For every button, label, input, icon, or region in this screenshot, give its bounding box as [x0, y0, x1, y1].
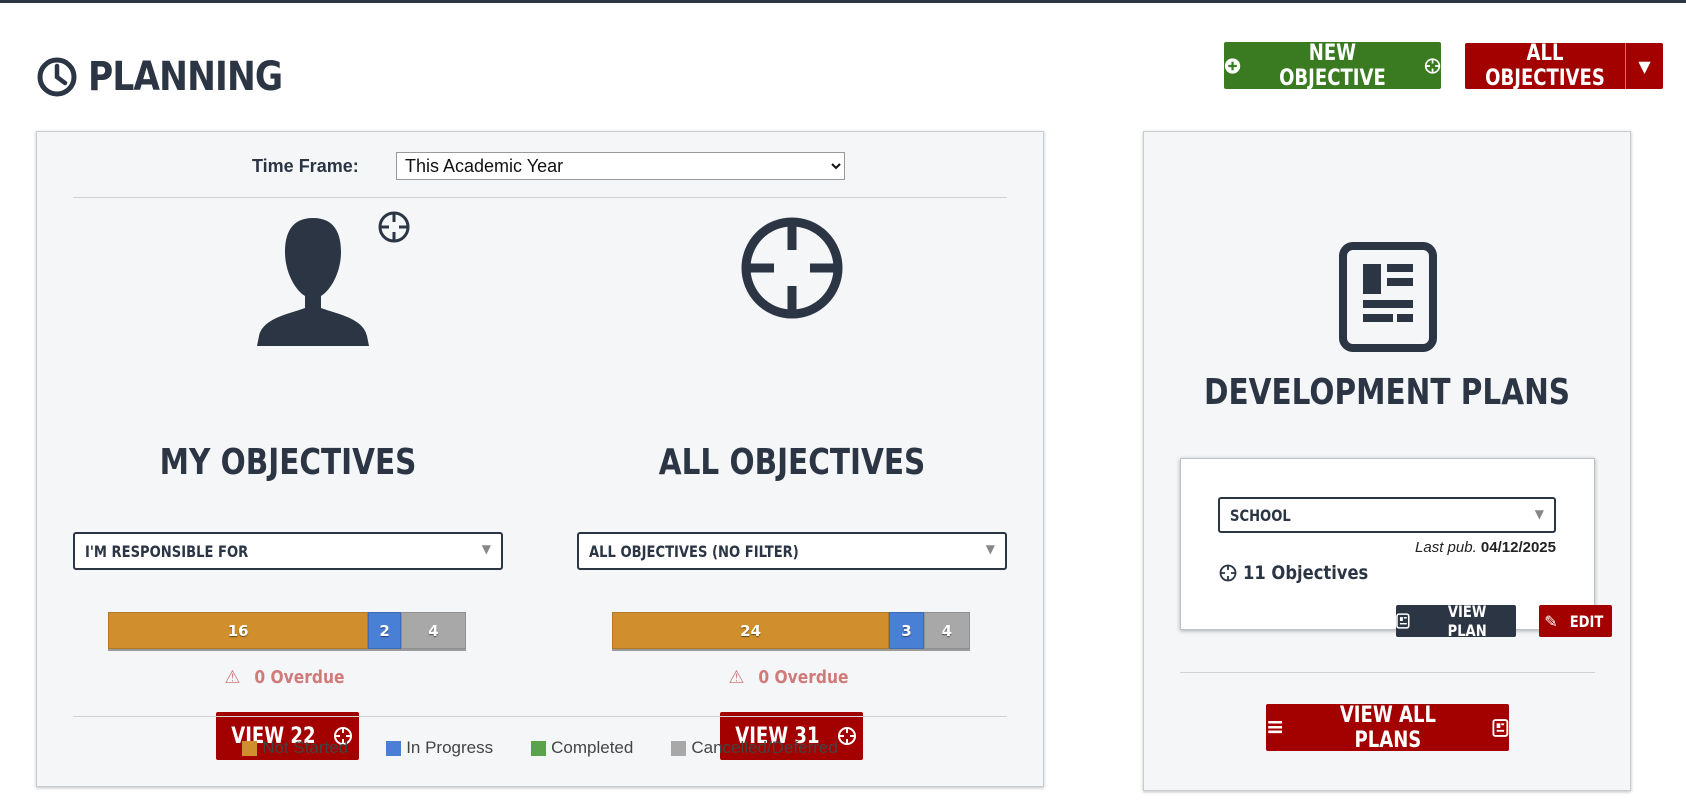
- legend-item-not-started: Not Started: [242, 738, 348, 758]
- all-overdue-text: 0 Overdue: [758, 667, 849, 688]
- in-progress-segment[interactable]: 3: [889, 612, 924, 649]
- cancelled-segment[interactable]: 4: [923, 612, 970, 649]
- plan-card: SCHOOL ▼ Last pub. 04/12/2025 11 Objecti…: [1180, 458, 1612, 640]
- legend-item-cancelled: Cancelled/Deferred: [671, 738, 838, 758]
- time-frame-label: Time Frame:: [252, 156, 359, 176]
- my-objectives-filter-value: I'M RESPONSIBLE FOR: [85, 541, 249, 561]
- warning-icon: ⚠: [728, 667, 745, 688]
- caret-down-icon: ▼: [985, 542, 995, 556]
- crosshair-icon: [378, 211, 410, 243]
- legend-item-in-progress: In Progress: [386, 738, 493, 758]
- legend-swatch: [671, 740, 687, 756]
- edit-plan-label: EDIT: [1569, 611, 1604, 631]
- status-legend: Not Started In Progress Completed Cancel…: [37, 738, 1043, 758]
- view-all-plans-label: VIEW ALL PLANS: [1340, 702, 1437, 753]
- plus-circle-icon: [1224, 57, 1241, 74]
- not-started-segment[interactable]: 24: [612, 612, 890, 649]
- legend-label: In Progress: [406, 738, 494, 757]
- divider: [1180, 672, 1595, 673]
- caret-down-icon: ▼: [481, 542, 491, 556]
- legend-swatch: [386, 740, 402, 756]
- legend-swatch: [242, 740, 258, 756]
- divider: [73, 716, 1007, 717]
- menu-icon: ≡: [1266, 715, 1285, 740]
- all-overdue-indicator[interactable]: ⚠ 0 Overdue: [577, 667, 1007, 688]
- pencil-icon: ✎: [1544, 611, 1558, 631]
- divider: [73, 197, 1007, 198]
- legend-label: Cancelled/Deferred: [691, 738, 838, 757]
- in-progress-segment[interactable]: 2: [368, 612, 401, 649]
- plan-select-value: SCHOOL: [1230, 505, 1291, 525]
- crosshair-icon: [1424, 57, 1441, 74]
- development-plans-panel: DEVELOPMENT PLANS SCHOOL ▼ Last pub. 04/…: [1143, 131, 1631, 791]
- plan-select-dropdown[interactable]: SCHOOL ▼: [1218, 497, 1556, 533]
- newspaper-icon: [1339, 242, 1437, 352]
- my-overdue-text: 0 Overdue: [254, 667, 345, 688]
- legend-item-completed: Completed: [531, 738, 633, 758]
- objective-count-text: 11 Objectives: [1243, 562, 1369, 584]
- last-pub-label: Last pub.: [1415, 539, 1477, 556]
- last-published: Last pub. 04/12/2025: [1415, 539, 1556, 556]
- user-silhouette-icon: [257, 218, 369, 346]
- legend-label: Completed: [551, 738, 634, 757]
- new-objective-label: NEW OBJECTIVE: [1279, 40, 1386, 91]
- page-title: PLANNING: [36, 54, 314, 100]
- my-overdue-indicator[interactable]: ⚠ 0 Overdue: [73, 667, 503, 688]
- my-objectives-title: MY OBJECTIVES: [159, 442, 417, 483]
- clock-icon: [37, 57, 77, 97]
- all-objectives-title: ALL OBJECTIVES: [658, 442, 926, 483]
- not-started-segment[interactable]: 16: [108, 612, 369, 649]
- top-border: [0, 0, 1686, 3]
- all-objectives-filter-dropdown[interactable]: ALL OBJECTIVES (NO FILTER) ▼: [577, 532, 1007, 570]
- page-title-text: PLANNING: [88, 54, 283, 100]
- crosshair-icon: [1219, 564, 1237, 582]
- my-objectives-status-bar: 16 2 4: [108, 612, 466, 649]
- legend-label: Not Started: [262, 738, 349, 757]
- caret-down-icon: ▼: [1638, 56, 1651, 76]
- newspaper-icon: [1396, 613, 1410, 629]
- all-objectives-dropdown-toggle[interactable]: ▼: [1625, 43, 1663, 89]
- development-plans-title: DEVELOPMENT PLANS: [1203, 372, 1571, 413]
- cancelled-segment[interactable]: 4: [400, 612, 466, 649]
- all-objectives-button[interactable]: ALL OBJECTIVES: [1465, 41, 1625, 91]
- last-pub-date: 04/12/2025: [1480, 539, 1556, 556]
- legend-swatch: [531, 740, 547, 756]
- view-plan-label: VIEW PLAN: [1447, 602, 1487, 640]
- all-objectives-status-bar: 24 3 4: [612, 612, 970, 649]
- newspaper-icon: [1492, 718, 1509, 737]
- my-objectives-filter-dropdown[interactable]: I'M RESPONSIBLE FOR ▼: [73, 532, 503, 570]
- crosshair-icon: [741, 217, 843, 319]
- edit-plan-button[interactable]: ✎ EDIT: [1539, 605, 1612, 637]
- warning-icon: ⚠: [224, 667, 241, 688]
- view-plan-button[interactable]: VIEW PLAN: [1396, 602, 1516, 640]
- view-all-plans-button[interactable]: ≡ VIEW ALL PLANS: [1266, 702, 1509, 753]
- time-frame-select[interactable]: This Academic Year: [396, 152, 845, 180]
- all-objectives-filter-value: ALL OBJECTIVES (NO FILTER): [589, 541, 799, 561]
- new-objective-button[interactable]: NEW OBJECTIVE: [1224, 40, 1441, 91]
- caret-down-icon: ▼: [1534, 507, 1544, 521]
- all-objectives-button-label: ALL OBJECTIVES: [1485, 41, 1605, 91]
- objectives-panel: Time Frame: This Academic Year MY OBJECT…: [36, 131, 1044, 787]
- plan-objective-count: 11 Objectives: [1219, 562, 1389, 584]
